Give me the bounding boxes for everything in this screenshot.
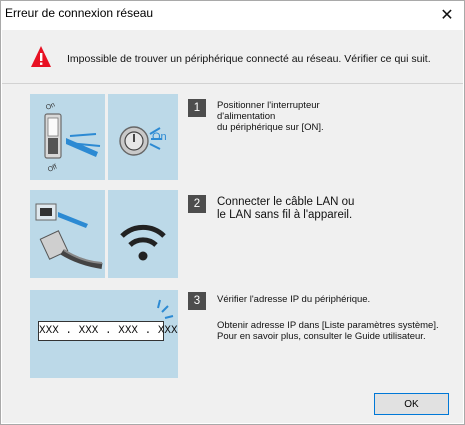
power-switch-panel: On Off — [30, 94, 105, 180]
power-button-on-icon: On — [119, 126, 167, 156]
error-message: Impossible de trouver un périphérique co… — [67, 53, 431, 65]
lan-cable-icon — [35, 203, 103, 269]
close-icon: ✕ — [440, 7, 454, 24]
switch-on-label: On — [45, 101, 57, 111]
window-title: Erreur de connexion réseau — [5, 6, 154, 20]
power-switch-icon: On Off — [44, 101, 101, 174]
dialog-header: Impossible de trouver un périphérique co… — [2, 30, 463, 83]
step-1-text: Positionner l'interrupteur d'alimentatio… — [217, 100, 324, 133]
dialog-content: Impossible de trouver un périphérique co… — [2, 30, 463, 423]
wifi-icon — [120, 224, 166, 261]
power-button-panel: On — [108, 94, 178, 180]
switch-off-label: Off — [47, 164, 58, 174]
ok-button[interactable]: OK — [374, 393, 449, 415]
ip-address-placeholder: XXX . XXX . XXX . XXX — [38, 321, 178, 341]
step-3-detail: Obtenir adresse IP dans [Liste paramètre… — [217, 320, 439, 342]
warning-icon — [31, 46, 51, 67]
step-1-badge: 1 — [188, 99, 206, 117]
lan-cable-panel — [30, 190, 105, 278]
step-3-badge: 3 — [188, 292, 206, 310]
header-separator — [2, 83, 463, 84]
step-2-badge: 2 — [188, 195, 206, 213]
step-3-title: Vérifier l'adresse IP du périphérique. — [217, 294, 371, 305]
step-2-text: Connecter le câble LAN ou le LAN sans fi… — [217, 196, 355, 221]
dialog-window: Erreur de connexion réseau ✕ Impossible … — [0, 0, 465, 425]
close-button[interactable]: ✕ — [430, 1, 464, 29]
button-on-label: On — [152, 131, 167, 143]
title-bar: Erreur de connexion réseau ✕ — [1, 1, 464, 29]
wifi-panel — [108, 190, 178, 278]
